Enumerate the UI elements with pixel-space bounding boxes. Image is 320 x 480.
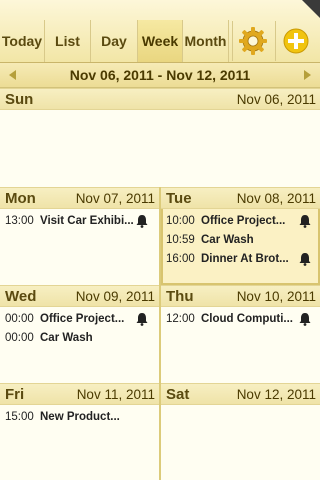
- day-name: Sat: [166, 386, 190, 403]
- bell-icon: [299, 253, 311, 266]
- day-date: Nov 07, 2011: [75, 191, 155, 206]
- event-title: Car Wash: [201, 234, 254, 246]
- event-time: 12:00: [166, 313, 195, 325]
- top-toolbar: Today List Day Week Month: [0, 0, 320, 63]
- day-date: Nov 08, 2011: [236, 191, 316, 206]
- event-item[interactable]: 12:00 Cloud Computi...: [166, 310, 316, 328]
- day-name: Tue: [166, 190, 192, 207]
- day-date: Nov 09, 2011: [75, 289, 155, 304]
- tab-today[interactable]: Today: [0, 20, 45, 62]
- event-title: Visit Car Exhibi...: [40, 215, 134, 227]
- event-title: Car Wash: [40, 332, 93, 344]
- week-range-label: Nov 06, 2011 - Nov 12, 2011: [69, 67, 251, 83]
- gear-icon: [238, 27, 267, 55]
- day-cell-wed[interactable]: 00:00 Office Project... 00:00 Car Wash: [0, 307, 159, 383]
- day-header-sat[interactable]: Sat Nov 12, 2011: [161, 383, 320, 405]
- day-cell-fri[interactable]: 15:00 New Product...: [0, 405, 159, 480]
- event-item[interactable]: 15:00 New Product...: [5, 408, 155, 426]
- day-name: Thu: [166, 288, 194, 305]
- event-time: 15:00: [5, 411, 34, 423]
- day-header-thu[interactable]: Thu Nov 10, 2011: [161, 285, 320, 307]
- day-cell-sun[interactable]: [0, 110, 320, 187]
- event-time: 10:00: [166, 215, 195, 227]
- plus-circle-icon: [283, 28, 308, 54]
- event-time: 13:00: [5, 215, 34, 227]
- day-cell-tue[interactable]: 10:00 Office Project... 10:59 Car Wash 1…: [161, 209, 320, 285]
- prev-week-arrow-icon[interactable]: [9, 70, 16, 80]
- event-time: 00:00: [5, 332, 34, 344]
- event-time: 00:00: [5, 313, 34, 325]
- day-header-mon[interactable]: Mon Nov 07, 2011: [0, 187, 159, 209]
- event-title: Dinner At Brot...: [201, 253, 289, 265]
- corner-fold: [302, 0, 320, 18]
- day-date: Nov 12, 2011: [236, 387, 316, 402]
- view-tabs: Today List Day Week Month: [0, 20, 229, 62]
- day-date: Nov 06, 2011: [236, 92, 316, 107]
- day-header-sun[interactable]: Sun Nov 06, 2011: [0, 88, 320, 110]
- event-item[interactable]: 10:00 Office Project...: [166, 212, 316, 230]
- day-date: Nov 11, 2011: [76, 387, 155, 402]
- event-item[interactable]: 10:59 Car Wash: [166, 231, 316, 249]
- day-date: Nov 10, 2011: [236, 289, 316, 304]
- tab-day[interactable]: Day: [91, 20, 138, 62]
- next-week-arrow-icon[interactable]: [304, 70, 311, 80]
- event-title: Cloud Computi...: [201, 313, 293, 325]
- event-item[interactable]: 16:00 Dinner At Brot...: [166, 250, 316, 268]
- settings-button[interactable]: [232, 21, 272, 61]
- tab-list[interactable]: List: [45, 20, 91, 62]
- add-event-button[interactable]: [275, 21, 315, 61]
- event-title: New Product...: [40, 411, 120, 423]
- event-item[interactable]: 00:00 Car Wash: [5, 329, 155, 347]
- tab-month[interactable]: Month: [183, 20, 229, 62]
- day-cell-mon[interactable]: 13:00 Visit Car Exhibi...: [0, 209, 159, 285]
- bell-icon: [136, 313, 148, 326]
- day-header-fri[interactable]: Fri Nov 11, 2011: [0, 383, 159, 405]
- tab-week[interactable]: Week: [138, 20, 183, 62]
- day-name: Mon: [5, 190, 36, 207]
- week-navigator: Nov 06, 2011 - Nov 12, 2011: [0, 63, 320, 88]
- event-time: 16:00: [166, 253, 195, 265]
- day-cell-sat[interactable]: [161, 405, 320, 480]
- day-name: Fri: [5, 386, 25, 403]
- event-item[interactable]: 13:00 Visit Car Exhibi...: [5, 212, 155, 230]
- bell-icon: [299, 313, 311, 326]
- event-item[interactable]: 00:00 Office Project...: [5, 310, 155, 328]
- day-header-tue[interactable]: Tue Nov 08, 2011: [161, 187, 320, 209]
- bell-icon: [136, 215, 148, 228]
- event-time: 10:59: [166, 234, 195, 246]
- day-header-wed[interactable]: Wed Nov 09, 2011: [0, 285, 159, 307]
- day-cell-thu[interactable]: 12:00 Cloud Computi...: [161, 307, 320, 383]
- day-name: Sun: [5, 91, 34, 108]
- event-title: Office Project...: [201, 215, 286, 227]
- event-title: Office Project...: [40, 313, 125, 325]
- day-name: Wed: [5, 288, 37, 305]
- bell-icon: [299, 215, 311, 228]
